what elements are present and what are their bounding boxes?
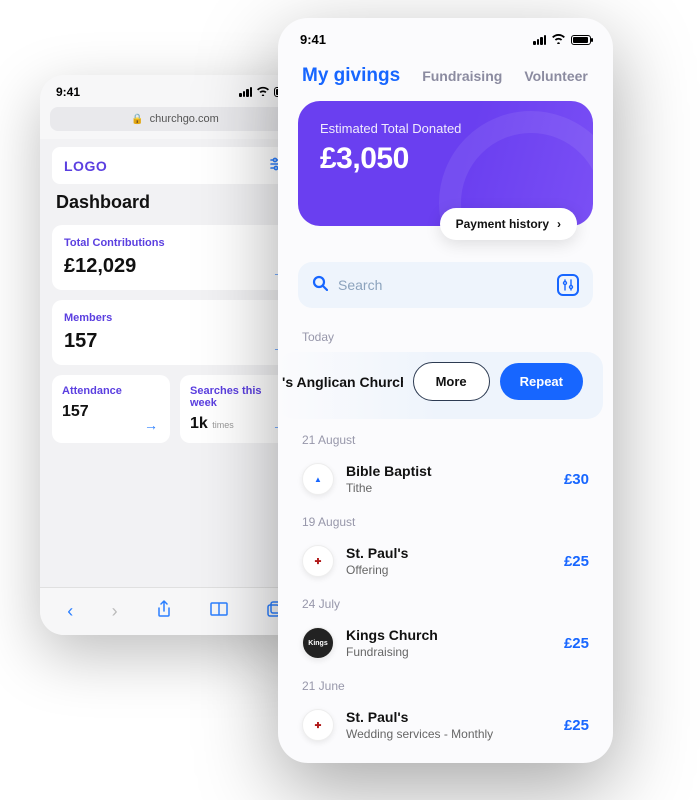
search-filter-icon[interactable] bbox=[557, 274, 579, 296]
giving-item[interactable]: ✚ St. Paul's Wedding services - Monthly £25 bbox=[278, 699, 613, 755]
today-item-title: 's Anglican Church bbox=[278, 374, 403, 390]
section-date: 24 July bbox=[278, 591, 613, 617]
section-date: 21 August bbox=[278, 427, 613, 453]
browser-toolbar: ‹ › bbox=[40, 587, 310, 635]
giving-sub: Fundraising bbox=[346, 645, 552, 659]
arrow-right-icon: → bbox=[144, 417, 158, 433]
card-label: Searches this week bbox=[190, 385, 288, 409]
lock-icon: 🔒 bbox=[131, 114, 143, 125]
forward-icon[interactable]: › bbox=[112, 601, 118, 622]
tab-givings[interactable]: My givings bbox=[302, 65, 400, 87]
giving-amount: £25 bbox=[564, 635, 589, 652]
page-title: Dashboard bbox=[56, 192, 294, 213]
search-icon bbox=[312, 275, 328, 296]
chevron-right-icon: › bbox=[557, 217, 561, 231]
more-button[interactable]: More bbox=[413, 362, 490, 401]
app-phone: 9:41 My givings Fundraising Volunteer Es… bbox=[278, 18, 613, 763]
giving-sub: Wedding services - Monthly bbox=[346, 727, 552, 741]
page-content: LOGO Dashboard Total Contributions £12,0… bbox=[40, 139, 310, 587]
giving-item[interactable]: ▲ Bible Baptist Tithe £30 bbox=[278, 453, 613, 509]
signal-icon bbox=[533, 35, 546, 45]
church-avatar: ✚ bbox=[302, 709, 334, 741]
church-avatar: Kings bbox=[302, 627, 334, 659]
giving-amount: £25 bbox=[564, 717, 589, 734]
search-bar[interactable]: Search bbox=[298, 262, 593, 308]
card-contributions[interactable]: Total Contributions £12,029 → bbox=[52, 225, 298, 290]
wifi-icon bbox=[551, 32, 566, 47]
hero-amount: £3,050 bbox=[320, 142, 571, 176]
church-avatar: ✚ bbox=[302, 545, 334, 577]
church-avatar: ▲ bbox=[302, 463, 334, 495]
section-date: 19 August bbox=[278, 509, 613, 535]
section-today: Today bbox=[278, 324, 613, 350]
repeat-button[interactable]: Repeat bbox=[500, 363, 583, 400]
battery-icon bbox=[571, 35, 591, 45]
payment-history-label: Payment history bbox=[456, 217, 549, 231]
search-placeholder: Search bbox=[338, 277, 547, 293]
url-text: churchgo.com bbox=[150, 113, 219, 125]
giving-text: St. Paul's Wedding services - Monthly bbox=[346, 709, 552, 741]
bookmarks-icon[interactable] bbox=[210, 601, 228, 622]
status-time: 9:41 bbox=[56, 85, 80, 99]
status-icons bbox=[533, 32, 591, 47]
wifi-icon bbox=[256, 85, 270, 99]
section-date: 19 April bbox=[278, 755, 613, 763]
card-attendance[interactable]: Attendance 157 → bbox=[52, 375, 170, 443]
card-label: Attendance bbox=[62, 385, 160, 397]
giving-sub: Tithe bbox=[346, 481, 552, 495]
card-members[interactable]: Members 157 → bbox=[52, 300, 298, 365]
back-icon[interactable]: ‹ bbox=[67, 601, 73, 622]
payment-history-button[interactable]: Payment history › bbox=[440, 208, 577, 240]
card-label: Total Contributions bbox=[64, 237, 286, 249]
giving-title: Bible Baptist bbox=[346, 463, 552, 479]
card-value: 157 bbox=[64, 330, 286, 353]
card-value: £12,029 bbox=[64, 255, 286, 278]
giving-amount: £25 bbox=[564, 553, 589, 570]
hero-wrap: Estimated Total Donated £3,050 Payment h… bbox=[278, 101, 613, 226]
giving-text: Kings Church Fundraising bbox=[346, 627, 552, 659]
tab-fundraising[interactable]: Fundraising bbox=[422, 68, 502, 84]
givings-list: 21 August ▲ Bible Baptist Tithe £30 19 August… bbox=[278, 427, 613, 755]
section-date: 21 June bbox=[278, 673, 613, 699]
giving-text: Bible Baptist Tithe bbox=[346, 463, 552, 495]
giving-title: St. Paul's bbox=[346, 545, 552, 561]
tab-bar: My givings Fundraising Volunteer bbox=[278, 55, 613, 101]
url-bar[interactable]: 🔒 churchgo.com bbox=[50, 107, 300, 131]
giving-item[interactable]: ✚ St. Paul's Offering £25 bbox=[278, 535, 613, 591]
giving-title: St. Paul's bbox=[346, 709, 552, 725]
today-item: 's Anglican Church More Repeat bbox=[278, 352, 603, 419]
status-bar: 9:41 bbox=[40, 75, 310, 103]
hero-label: Estimated Total Donated bbox=[320, 121, 571, 136]
giving-title: Kings Church bbox=[346, 627, 552, 643]
logo: LOGO bbox=[64, 158, 107, 174]
card-row: Attendance 157 → Searches this week 1k t… bbox=[52, 375, 298, 453]
browser-phone: 9:41 🔒 churchgo.com LOGO Dashboard Total… bbox=[40, 75, 310, 635]
logo-bar: LOGO bbox=[52, 147, 298, 184]
giving-sub: Offering bbox=[346, 563, 552, 577]
status-time: 9:41 bbox=[300, 32, 326, 47]
signal-icon bbox=[239, 87, 252, 97]
giving-amount: £30 bbox=[564, 471, 589, 488]
tab-volunteer[interactable]: Volunteer bbox=[524, 68, 588, 84]
giving-item[interactable]: Kings Kings Church Fundraising £25 bbox=[278, 617, 613, 673]
card-label: Members bbox=[64, 312, 286, 324]
status-bar: 9:41 bbox=[278, 18, 613, 55]
share-icon[interactable] bbox=[156, 600, 172, 623]
giving-text: St. Paul's Offering bbox=[346, 545, 552, 577]
